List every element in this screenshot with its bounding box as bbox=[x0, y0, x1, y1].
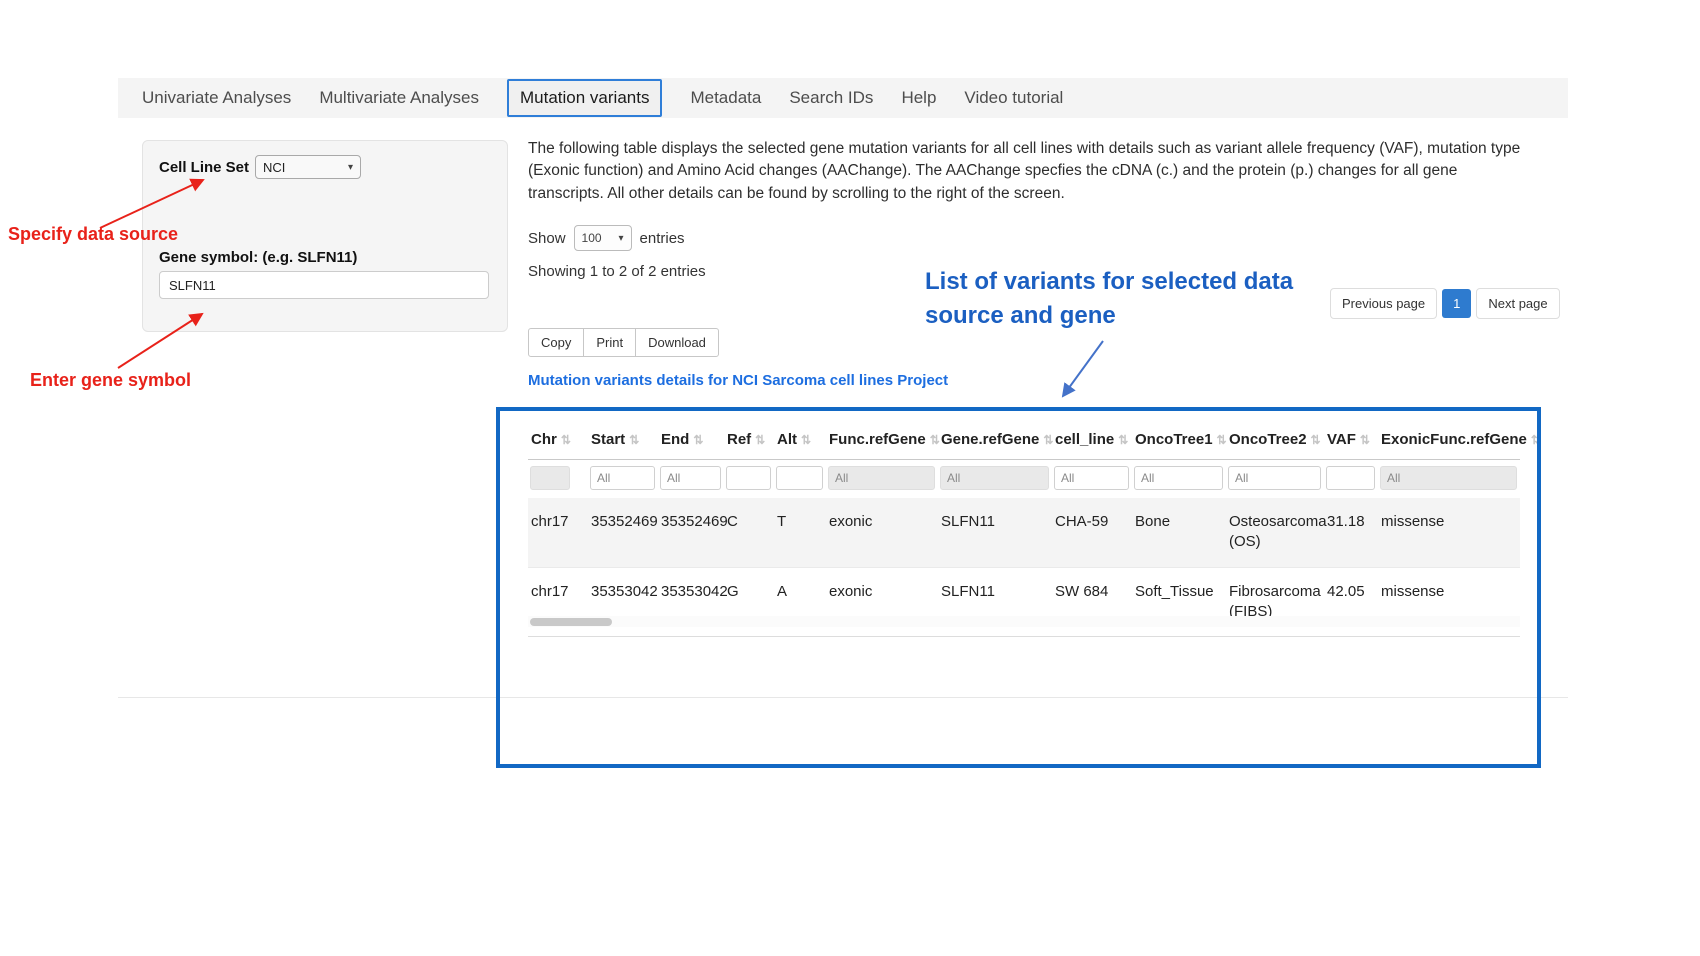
cell-vaf: 31.18 bbox=[1324, 498, 1378, 567]
column-header-func-refgene[interactable]: Func.refGene⇅ bbox=[826, 420, 938, 460]
entries-label: entries bbox=[640, 230, 685, 247]
tab-univariate-analyses[interactable]: Univariate Analyses bbox=[142, 88, 291, 108]
column-filter-alt[interactable] bbox=[776, 466, 823, 490]
show-label: Show bbox=[528, 230, 566, 247]
cell-end: 35352469 bbox=[658, 498, 724, 567]
print-button[interactable]: Print bbox=[583, 328, 636, 357]
sort-icon: ⇅ bbox=[801, 433, 811, 447]
content-divider bbox=[118, 697, 1568, 698]
gene-symbol-label: Gene symbol: (e.g. SLFN11) bbox=[159, 249, 357, 266]
page-length-value: 100 bbox=[582, 231, 602, 245]
column-filter-gene-refgene[interactable] bbox=[940, 466, 1049, 490]
cell-exonicfunc-refgene: missense bbox=[1378, 498, 1520, 567]
column-filter-oncotree1[interactable] bbox=[1134, 466, 1223, 490]
cell-line-set-value: NCI bbox=[263, 160, 285, 175]
sort-icon: ⇅ bbox=[755, 433, 765, 447]
copy-button[interactable]: Copy bbox=[528, 328, 584, 357]
sort-icon: ⇅ bbox=[930, 433, 940, 447]
page-length-select[interactable]: 100 ▾ bbox=[574, 225, 632, 251]
sort-icon: ⇅ bbox=[561, 433, 571, 447]
column-header-exonicfunc-refgene[interactable]: ExonicFunc.refGene⇅ bbox=[1378, 420, 1520, 460]
control-panel: Cell Line Set NCI ▾ Gene symbol: (e.g. S… bbox=[142, 140, 508, 332]
column-header-oncotree2[interactable]: OncoTree2⇅ bbox=[1226, 420, 1324, 460]
column-header-ref[interactable]: Ref⇅ bbox=[724, 420, 774, 460]
column-filter-oncotree2[interactable] bbox=[1228, 466, 1321, 490]
column-header-end[interactable]: End⇅ bbox=[658, 420, 724, 460]
cell-cell-line: CHA-59 bbox=[1052, 498, 1132, 567]
cell-func-refgene: exonic bbox=[826, 498, 938, 567]
column-header-start[interactable]: Start⇅ bbox=[588, 420, 658, 460]
cell-ref: C bbox=[724, 498, 774, 567]
table-row: chr17 35352469 35352469 C T exonic SLFN1… bbox=[528, 498, 1520, 567]
gene-symbol-input[interactable] bbox=[159, 271, 489, 299]
column-filter-exonicfunc-refgene[interactable] bbox=[1380, 466, 1517, 490]
annotation-enter-gene-symbol: Enter gene symbol bbox=[30, 370, 191, 391]
sort-icon: ⇅ bbox=[629, 433, 639, 447]
column-filter-ref[interactable] bbox=[726, 466, 771, 490]
table-info: Showing 1 to 2 of 2 entries bbox=[528, 263, 706, 280]
next-page-button[interactable]: Next page bbox=[1476, 288, 1559, 319]
column-header-vaf[interactable]: VAF⇅ bbox=[1324, 420, 1378, 460]
horizontal-scrollbar[interactable] bbox=[528, 616, 1520, 627]
page: Univariate Analyses Multivariate Analyse… bbox=[0, 0, 1700, 956]
tab-help[interactable]: Help bbox=[901, 88, 936, 108]
header-row: Chr⇅ Start⇅ End⇅ Ref⇅ Alt⇅ Func.refGene⇅… bbox=[528, 420, 1520, 460]
annotation-specify-data-source: Specify data source bbox=[8, 224, 178, 245]
tab-bar: Univariate Analyses Multivariate Analyse… bbox=[118, 78, 1568, 118]
column-header-alt[interactable]: Alt⇅ bbox=[774, 420, 826, 460]
chevron-down-icon: ▾ bbox=[619, 233, 624, 244]
column-filter-chr[interactable] bbox=[530, 466, 570, 490]
column-filter-end[interactable] bbox=[660, 466, 721, 490]
filter-row bbox=[528, 460, 1520, 499]
previous-page-button[interactable]: Previous page bbox=[1330, 288, 1437, 319]
export-buttons: Copy Print Download bbox=[528, 328, 718, 357]
table-title: Mutation variants details for NCI Sarcom… bbox=[528, 372, 948, 389]
cell-line-set-select[interactable]: NCI ▾ bbox=[255, 155, 361, 179]
annotation-list-of-variants: List of variants for selected data sourc… bbox=[925, 265, 1323, 333]
scrollbar-thumb[interactable] bbox=[530, 618, 612, 626]
tab-multivariate-analyses[interactable]: Multivariate Analyses bbox=[319, 88, 479, 108]
column-filter-start[interactable] bbox=[590, 466, 655, 490]
column-filter-vaf[interactable] bbox=[1326, 466, 1375, 490]
column-filter-cell-line[interactable] bbox=[1054, 466, 1129, 490]
cell-gene-refgene: SLFN11 bbox=[938, 498, 1052, 567]
pagination: Previous page 1 Next page bbox=[1330, 288, 1560, 319]
cell-oncotree2: Osteosarcoma (OS) bbox=[1226, 498, 1324, 567]
table-description: The following table displays the selecte… bbox=[528, 138, 1522, 205]
page-length-control: Show 100 ▾ entries bbox=[528, 225, 685, 251]
cell-start: 35352469 bbox=[588, 498, 658, 567]
cell-chr: chr17 bbox=[528, 498, 588, 567]
page-number-1[interactable]: 1 bbox=[1442, 289, 1471, 318]
column-filter-func-refgene[interactable] bbox=[828, 466, 935, 490]
cell-oncotree1: Bone bbox=[1132, 498, 1226, 567]
blue-arrow-list-of-variants bbox=[1063, 341, 1103, 396]
sort-icon: ⇅ bbox=[1217, 433, 1227, 447]
sort-icon: ⇅ bbox=[693, 433, 703, 447]
column-header-chr[interactable]: Chr⇅ bbox=[528, 420, 588, 460]
tab-metadata[interactable]: Metadata bbox=[690, 88, 761, 108]
download-button[interactable]: Download bbox=[635, 328, 719, 357]
chevron-down-icon: ▾ bbox=[348, 162, 353, 173]
column-header-gene-refgene[interactable]: Gene.refGene⇅ bbox=[938, 420, 1052, 460]
sort-icon: ⇅ bbox=[1043, 433, 1053, 447]
sort-icon: ⇅ bbox=[1118, 433, 1128, 447]
tab-search-ids[interactable]: Search IDs bbox=[789, 88, 873, 108]
cell-alt: T bbox=[774, 498, 826, 567]
column-header-oncotree1[interactable]: OncoTree1⇅ bbox=[1132, 420, 1226, 460]
sort-icon: ⇅ bbox=[1311, 433, 1321, 447]
column-header-cell-line[interactable]: cell_line⇅ bbox=[1052, 420, 1132, 460]
cell-line-set-label: Cell Line Set bbox=[159, 159, 249, 176]
sort-icon: ⇅ bbox=[1531, 433, 1541, 447]
tab-mutation-variants[interactable]: Mutation variants bbox=[507, 79, 662, 117]
sort-icon: ⇅ bbox=[1360, 433, 1370, 447]
tab-video-tutorial[interactable]: Video tutorial bbox=[964, 88, 1063, 108]
variants-table: Chr⇅ Start⇅ End⇅ Ref⇅ Alt⇅ Func.refGene⇅… bbox=[528, 420, 1520, 637]
